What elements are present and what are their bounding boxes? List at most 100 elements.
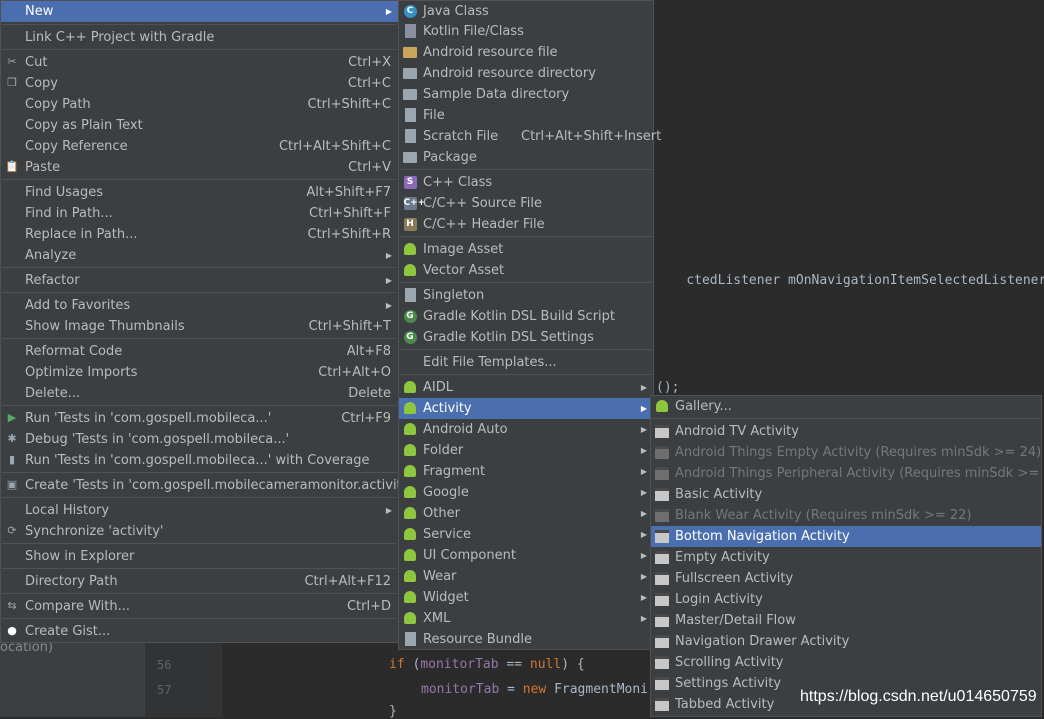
activity-item-master-detail-flow[interactable]: Master/Detail Flow	[651, 610, 1041, 631]
menu-item-cut[interactable]: ✂ Cut Ctrl+X	[1, 52, 398, 73]
new-item-activity[interactable]: Activity ▶	[399, 398, 653, 419]
new-item-folder[interactable]: Folder ▶	[399, 440, 653, 461]
menu-item-refactor[interactable]: Refactor ▶	[1, 270, 398, 291]
new-item-service[interactable]: Service ▶	[399, 524, 653, 545]
new-item-gradle-kotlin-dsl-build-script[interactable]: G Gradle Kotlin DSL Build Script	[399, 306, 653, 327]
menu-separator	[400, 282, 652, 283]
activity-template-icon	[654, 633, 670, 649]
menu-item-local-history[interactable]: Local History ▶	[1, 500, 398, 521]
menu-item-create-tests-in-com-gospell-mobilecameramonitor-activity[interactable]: ▣ Create 'Tests in 'com.gospell.mobilecam…	[1, 475, 429, 496]
code-line-56: if (monitorTab == null) {	[389, 657, 585, 672]
paste-icon-glyph: 📋	[5, 160, 19, 173]
new-item-image-asset[interactable]: Image Asset	[399, 239, 653, 260]
new-item-android-resource-file[interactable]: Android resource file	[399, 42, 653, 63]
new-item-xml[interactable]: XML ▶	[399, 608, 653, 629]
activity-item-bottom-navigation-activity[interactable]: Bottom Navigation Activity	[651, 526, 1041, 547]
menu-item-replace-in-path[interactable]: Replace in Path... Ctrl+Shift+R	[1, 224, 398, 245]
menu-item-paste[interactable]: 📋 Paste Ctrl+V	[1, 157, 398, 178]
new-item-ui-component[interactable]: UI Component ▶	[399, 545, 653, 566]
menu-item-delete[interactable]: Delete... Delete	[1, 383, 398, 404]
new-item-edit-file-templates[interactable]: Edit File Templates...	[399, 352, 653, 373]
new-item-widget[interactable]: Widget ▶	[399, 587, 653, 608]
menu-item-add-to-favorites[interactable]: Add to Favorites ▶	[1, 295, 398, 316]
new-item-other[interactable]: Other ▶	[399, 503, 653, 524]
activity-item-empty-activity[interactable]: Empty Activity	[651, 547, 1041, 568]
new-item-android-auto[interactable]: Android Auto ▶	[399, 419, 653, 440]
new-item-c-class[interactable]: S C++ Class	[399, 172, 653, 193]
submenu-arrow-icon: ▶	[385, 506, 392, 515]
shortcut-label: Ctrl+Shift+R	[307, 227, 392, 242]
android-icon	[402, 442, 418, 458]
menu-item-run-tests-in-com-gospell-mobileca[interactable]: ▶ Run 'Tests in 'com.gospell.mobileca...'…	[1, 408, 398, 429]
compare-icon-glyph: ⇆	[7, 599, 17, 612]
menu-item-copy[interactable]: ❐ Copy Ctrl+C	[1, 73, 398, 94]
new-item-aidl[interactable]: AIDL ▶	[399, 377, 653, 398]
shortcut-label: Ctrl+Alt+Shift+C	[278, 139, 391, 154]
android-icon-glyph	[404, 444, 416, 456]
menu-item-create-gist[interactable]: ● Create Gist...	[1, 621, 398, 642]
menu-item-find-in-path[interactable]: Find in Path... Ctrl+Shift+F	[1, 203, 398, 224]
android-icon	[402, 610, 418, 626]
new-item-java-class[interactable]: C Java Class	[399, 1, 653, 22]
line-gutter: 56 57	[145, 630, 222, 717]
new-item-android-resource-directory[interactable]: Android resource directory	[399, 63, 653, 84]
activity-item-login-activity[interactable]: Login Activity	[651, 589, 1041, 610]
menu-item-copy-path[interactable]: Copy Path Ctrl+Shift+C	[1, 94, 398, 115]
menu-item-label: Scrolling Activity	[675, 655, 784, 670]
menu-item-synchronize-activity[interactable]: ⟳ Synchronize 'activity'	[1, 521, 398, 542]
new-item-package[interactable]: Package	[399, 147, 653, 168]
menu-item-analyze[interactable]: Analyze ▶	[1, 245, 398, 266]
new-item-fragment[interactable]: Fragment ▶	[399, 461, 653, 482]
menu-item-show-image-thumbnails[interactable]: Show Image Thumbnails Ctrl+Shift+T	[1, 316, 398, 337]
menu-item-copy-reference[interactable]: Copy Reference Ctrl+Alt+Shift+C	[1, 136, 398, 157]
resource-bundle-icon-glyph	[404, 632, 416, 646]
github-icon: ●	[4, 623, 20, 639]
menu-item-link-c-project-with-gradle[interactable]: Link C++ Project with Gradle	[1, 27, 398, 48]
new-item-resource-bundle[interactable]: Resource Bundle	[399, 629, 653, 650]
activity-template-icon	[654, 465, 670, 481]
new-item-wear[interactable]: Wear ▶	[399, 566, 653, 587]
android-icon-glyph	[656, 400, 668, 412]
menu-item-label: Android Things Empty Activity (Requires …	[675, 445, 1042, 460]
menu-item-reformat-code[interactable]: Reformat Code Alt+F8	[1, 341, 398, 362]
new-item-singleton[interactable]: Singleton	[399, 285, 653, 306]
kotlin-file-icon	[402, 23, 418, 39]
new-item-gradle-kotlin-dsl-settings[interactable]: G Gradle Kotlin DSL Settings	[399, 327, 653, 348]
activity-item-basic-activity[interactable]: Basic Activity	[651, 484, 1041, 505]
activity-item-scrolling-activity[interactable]: Scrolling Activity	[651, 652, 1041, 673]
new-item-scratch-file[interactable]: Scratch File Ctrl+Alt+Shift+Insert	[399, 126, 661, 147]
menu-item-new[interactable]: New ▶	[1, 1, 398, 22]
menu-item-label: Synchronize 'activity'	[25, 524, 164, 539]
new-item-kotlin-file-class[interactable]: Kotlin File/Class	[399, 21, 653, 42]
new-item-vector-asset[interactable]: Vector Asset	[399, 260, 653, 281]
menu-item-copy-as-plain-text[interactable]: Copy as Plain Text	[1, 115, 398, 136]
package-icon	[402, 149, 418, 165]
new-item-google[interactable]: Google ▶	[399, 482, 653, 503]
activity-item-fullscreen-activity[interactable]: Fullscreen Activity	[651, 568, 1041, 589]
activity-item-android-tv-activity[interactable]: Android TV Activity	[651, 421, 1041, 442]
menu-item-debug-tests-in-com-gospell-mobileca[interactable]: ✱ Debug 'Tests in 'com.gospell.mobileca..…	[1, 429, 398, 450]
menu-item-label: Empty Activity	[675, 550, 770, 565]
new-item-sample-data-directory[interactable]: Sample Data directory	[399, 84, 653, 105]
activity-item-navigation-drawer-activity[interactable]: Navigation Drawer Activity	[651, 631, 1041, 652]
new-item-c-c-header-file[interactable]: H C/C++ Header File	[399, 214, 653, 235]
menu-item-optimize-imports[interactable]: Optimize Imports Ctrl+Alt+O	[1, 362, 398, 383]
activity-template-icon	[654, 444, 670, 460]
menu-separator	[2, 267, 397, 268]
menu-separator	[2, 405, 397, 406]
menu-item-label: Analyze	[25, 248, 77, 263]
new-item-file[interactable]: File	[399, 105, 653, 126]
menu-item-compare-with[interactable]: ⇆ Compare With... Ctrl+D	[1, 596, 398, 617]
activity-template-icon-glyph	[655, 487, 669, 501]
menu-item-run-tests-in-com-gospell-mobileca-with-coverage[interactable]: ▮ Run 'Tests in 'com.gospell.mobileca...'…	[1, 450, 398, 471]
activity-item-gallery[interactable]: Gallery...	[651, 396, 1041, 417]
menu-separator	[2, 292, 397, 293]
new-item-c-c-source-file[interactable]: C++ C/C++ Source File	[399, 193, 653, 214]
coverage-icon: ▮	[4, 452, 20, 468]
submenu-arrow-icon: ▶	[640, 572, 647, 581]
activity-template-icon-glyph	[655, 571, 669, 585]
menu-item-directory-path[interactable]: Directory Path Ctrl+Alt+F12	[1, 571, 398, 592]
menu-item-find-usages[interactable]: Find Usages Alt+Shift+F7	[1, 182, 398, 203]
android-icon-glyph	[404, 264, 416, 276]
menu-item-show-in-explorer[interactable]: Show in Explorer	[1, 546, 398, 567]
